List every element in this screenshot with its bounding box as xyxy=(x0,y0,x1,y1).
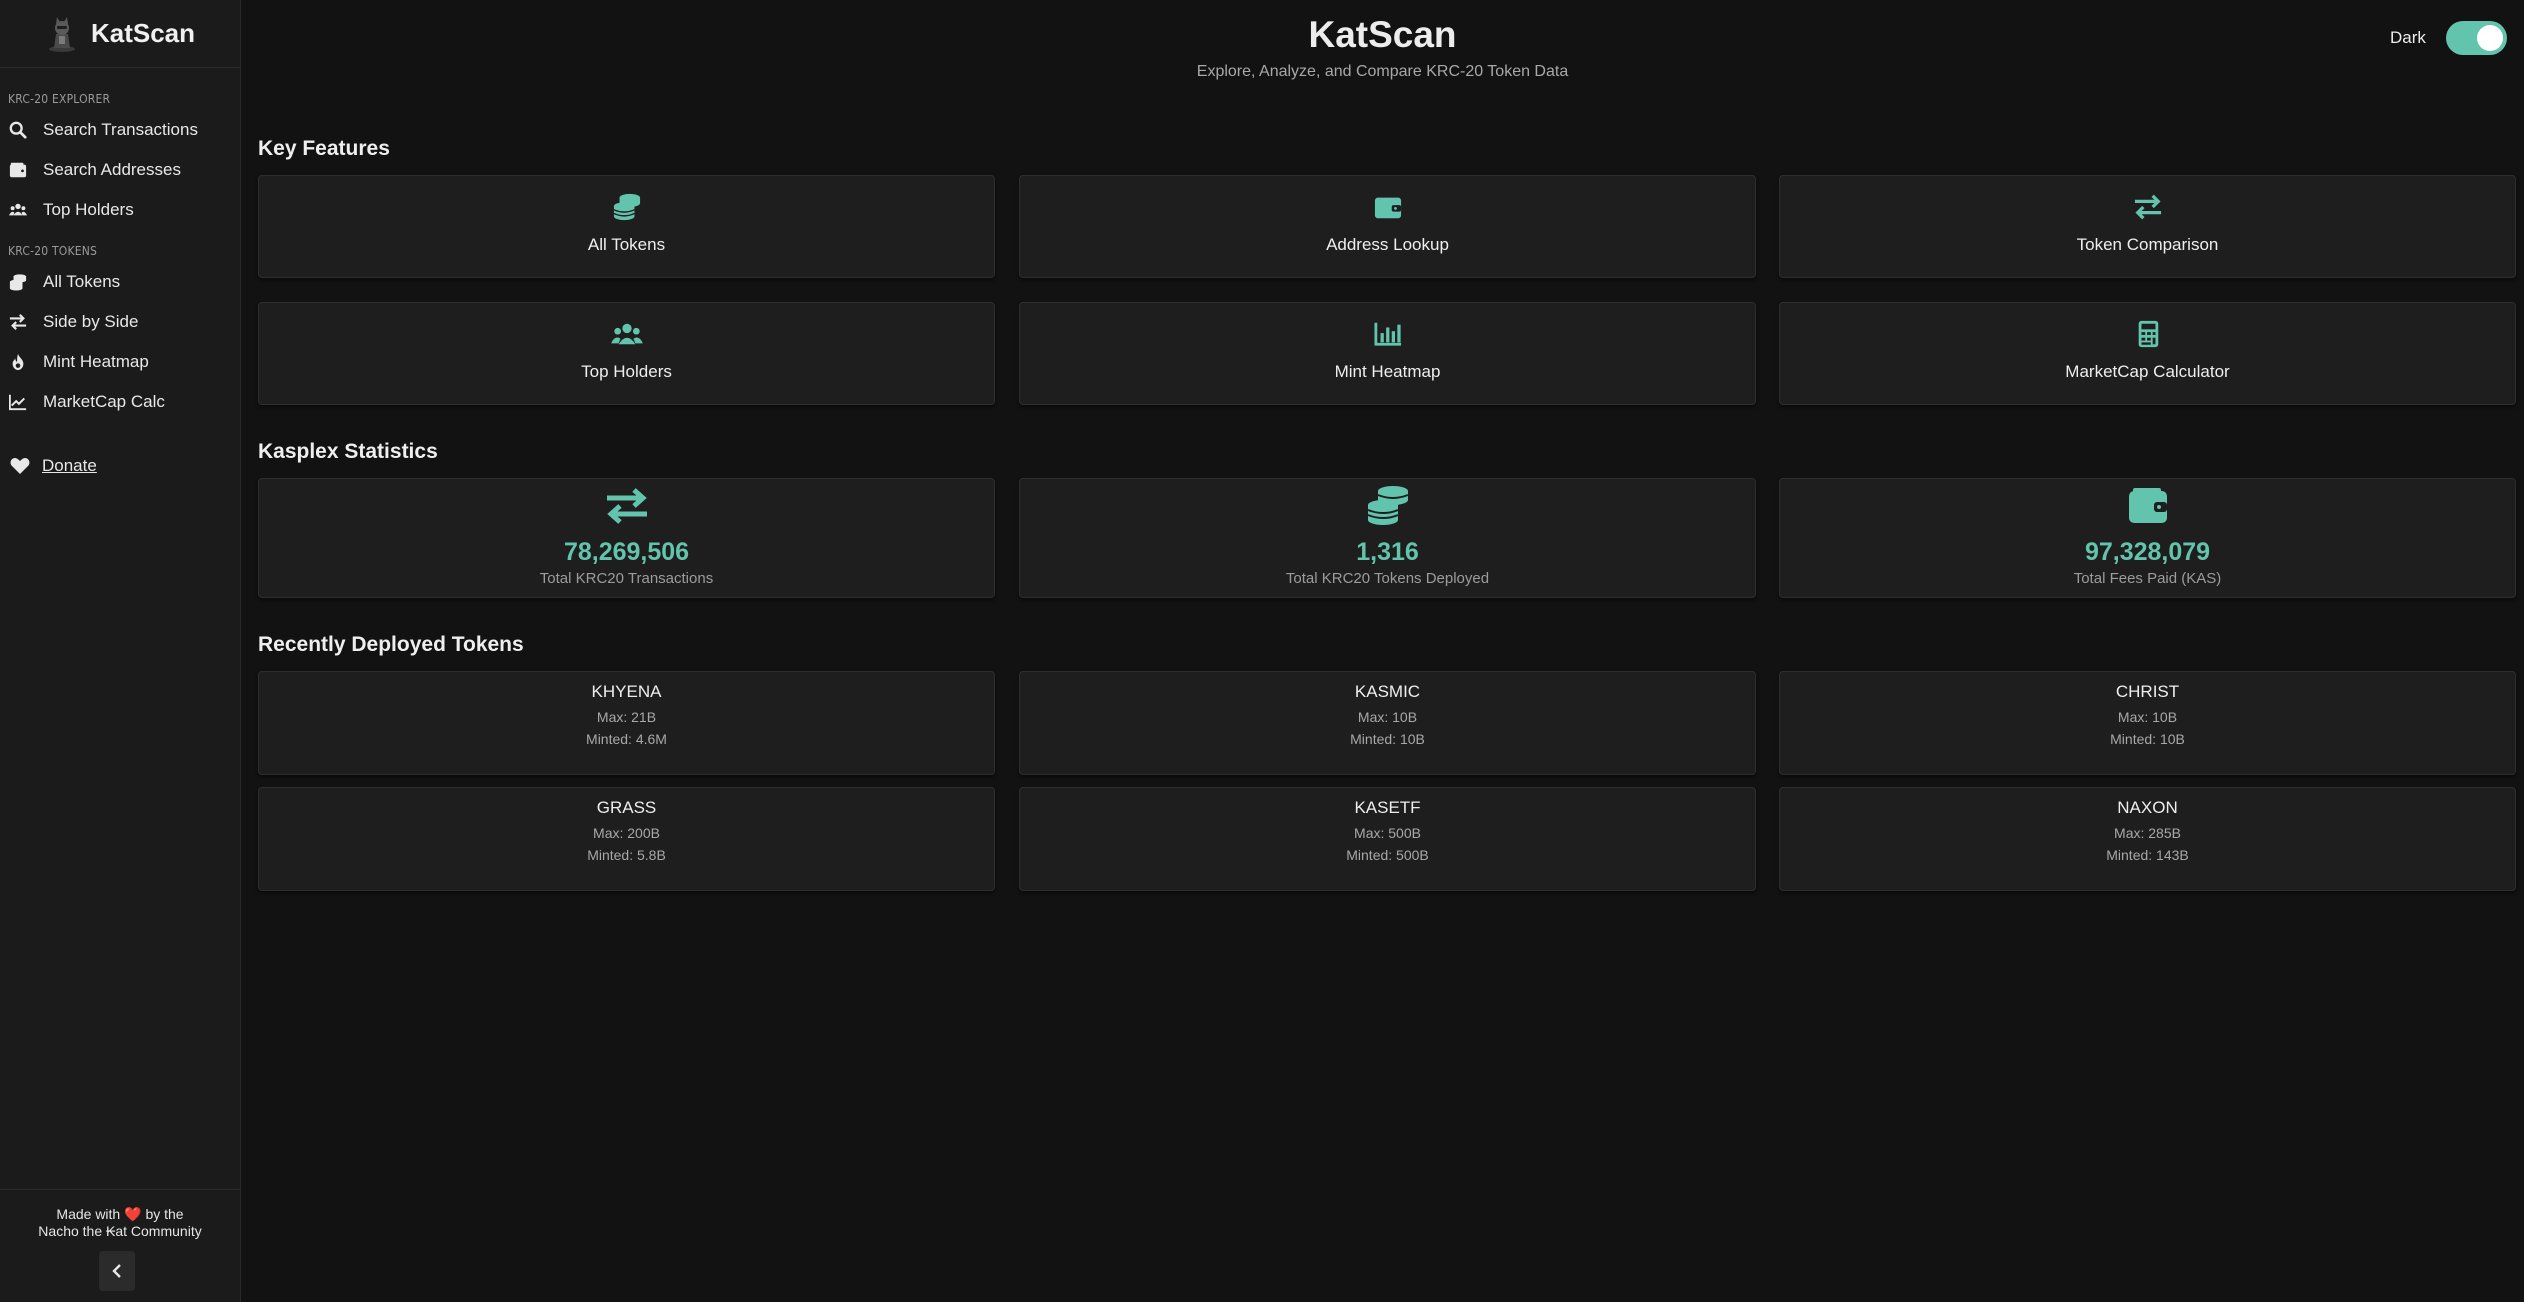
page-title: KatScan xyxy=(1308,14,1457,55)
toggle-knob xyxy=(2477,25,2503,51)
sidebar-item-label: Side by Side xyxy=(43,312,139,331)
collapse-sidebar-button[interactable] xyxy=(99,1251,135,1291)
token-max: Max: 200B xyxy=(593,825,660,841)
token-card[interactable]: KASETF Max: 500B Minted: 500B xyxy=(1019,787,1756,891)
token-name: GRASS xyxy=(596,798,657,817)
token-card[interactable]: GRASS Max: 200B Minted: 5.8B xyxy=(258,787,995,891)
feature-label: Token Comparison xyxy=(2076,235,2219,254)
feature-card-marketcap-calculator[interactable]: MarketCap Calculator xyxy=(1779,302,2516,405)
token-max: Max: 500B xyxy=(1354,825,1421,841)
stat-value: 97,328,079 xyxy=(2084,538,2211,566)
brand[interactable]: KatScan xyxy=(0,0,240,68)
section-label-explorer: KRC-20 Explorer xyxy=(8,92,111,106)
fire-icon xyxy=(8,352,28,372)
katscan-logo xyxy=(48,16,75,52)
feature-label: All Tokens xyxy=(587,235,666,254)
token-name: NAXON xyxy=(2117,798,2178,817)
wallet-icon xyxy=(2128,488,2167,523)
token-max: Max: 21B xyxy=(596,709,657,725)
feature-card-top-holders[interactable]: Top Holders xyxy=(258,302,995,405)
sidebar: KatScan KRC-20 Explorer Search Transacti… xyxy=(0,0,241,1302)
feature-card-token-comparison[interactable]: Token Comparison xyxy=(1779,175,2516,278)
sidebar-item-mint-heatmap[interactable]: Mint Heatmap xyxy=(0,342,240,382)
section-label-tokens: KRC-20 Tokens xyxy=(8,244,98,258)
calculator-icon xyxy=(2138,320,2158,348)
bar-chart-icon xyxy=(1373,322,1401,346)
token-card[interactable]: KASMIC Max: 10B Minted: 10B xyxy=(1019,671,1756,775)
stats-title: Kasplex Statistics xyxy=(258,440,438,463)
stat-label: Total KRC20 Transactions xyxy=(539,570,714,587)
token-minted: Minted: 4.6M xyxy=(586,731,667,747)
sidebar-item-top-holders[interactable]: Top Holders xyxy=(0,190,240,230)
token-name: KASMIC xyxy=(1354,682,1421,701)
coins-icon xyxy=(8,272,28,292)
token-minted: Minted: 143B xyxy=(2106,847,2189,863)
feature-card-address-lookup[interactable]: Address Lookup xyxy=(1019,175,1756,278)
search-icon xyxy=(8,120,28,140)
arrows-exchange-icon xyxy=(8,312,28,332)
stat-label: Total Fees Paid (KAS) xyxy=(2073,570,2222,587)
token-name: KASETF xyxy=(1354,798,1421,817)
token-minted: Minted: 10B xyxy=(2110,731,2185,747)
stat-card-transactions: 78,269,506 Total KRC20 Transactions xyxy=(258,478,995,598)
sidebar-item-label: Mint Heatmap xyxy=(43,352,149,371)
stat-value: 1,316 xyxy=(1356,538,1419,566)
page-subtitle: Explore, Analyze, and Compare KRC-20 Tok… xyxy=(1196,63,1569,80)
coins-icon xyxy=(613,193,640,221)
token-name: CHRIST xyxy=(2115,682,2180,701)
theme-label: Dark xyxy=(2390,28,2426,47)
token-max: Max: 10B xyxy=(2117,709,2178,725)
sidebar-item-side-by-side[interactable]: Side by Side xyxy=(0,302,240,342)
token-name: KHYENA xyxy=(591,682,662,701)
sidebar-item-label: Search Transactions xyxy=(43,120,198,139)
token-minted: Minted: 5.8B xyxy=(587,847,666,863)
feature-card-all-tokens[interactable]: All Tokens xyxy=(258,175,995,278)
stat-card-fees-paid: 97,328,079 Total Fees Paid (KAS) xyxy=(1779,478,2516,598)
feature-label: MarketCap Calculator xyxy=(2065,362,2230,381)
feature-label: Mint Heatmap xyxy=(1334,362,1441,381)
sidebar-item-label: Top Holders xyxy=(43,200,134,219)
token-max: Max: 285B xyxy=(2114,825,2181,841)
chart-line-icon xyxy=(8,392,28,412)
token-card[interactable]: NAXON Max: 285B Minted: 143B xyxy=(1779,787,2516,891)
feature-card-mint-heatmap[interactable]: Mint Heatmap xyxy=(1019,302,1756,405)
users-icon xyxy=(8,200,28,220)
sidebar-item-all-tokens[interactable]: All Tokens xyxy=(0,262,240,302)
theme-toggle[interactable] xyxy=(2446,21,2507,55)
feature-label: Address Lookup xyxy=(1326,235,1449,254)
footer-community-text: Nacho the ₭at Community xyxy=(38,1223,202,1239)
footer-text-by-the: by the xyxy=(145,1206,184,1222)
arrows-exchange-icon xyxy=(2134,194,2161,220)
chevron-left-icon xyxy=(112,1264,121,1278)
token-card[interactable]: CHRIST Max: 10B Minted: 10B xyxy=(1779,671,2516,775)
token-minted: Minted: 500B xyxy=(1346,847,1429,863)
users-icon xyxy=(610,323,643,345)
donate-link[interactable]: Donate xyxy=(0,450,240,482)
donate-label: Donate xyxy=(42,456,97,475)
coins-icon xyxy=(1367,486,1408,525)
sidebar-item-label: Search Addresses xyxy=(43,160,181,179)
sidebar-item-marketcap-calc[interactable]: MarketCap Calc xyxy=(0,382,240,422)
sidebar-item-label: All Tokens xyxy=(43,272,121,291)
stat-label: Total KRC20 Tokens Deployed xyxy=(1285,570,1490,587)
wallet-icon xyxy=(1374,197,1401,219)
sidebar-item-search-addresses[interactable]: Search Addresses xyxy=(0,150,240,190)
heart-icon xyxy=(10,458,30,474)
sidebar-item-search-transactions[interactable]: Search Transactions xyxy=(0,110,240,150)
brand-name: KatScan xyxy=(90,18,196,48)
recent-tokens-title: Recently Deployed Tokens xyxy=(258,633,524,656)
footer-text-made-with: Made with xyxy=(56,1206,121,1222)
wallet-icon xyxy=(8,160,28,180)
arrows-exchange-icon xyxy=(606,488,647,524)
token-minted: Minted: 10B xyxy=(1350,731,1425,747)
stat-card-tokens-deployed: 1,316 Total KRC20 Tokens Deployed xyxy=(1019,478,1756,598)
key-features-title: Key Features xyxy=(258,137,390,160)
feature-label: Top Holders xyxy=(581,362,672,381)
heart-emoji-icon: ❤️ xyxy=(124,1206,142,1222)
sidebar-footer: Made with ❤️ by the Nacho the ₭at Commun… xyxy=(0,1189,240,1302)
token-card[interactable]: KHYENA Max: 21B Minted: 4.6M xyxy=(258,671,995,775)
stat-value: 78,269,506 xyxy=(563,538,690,566)
sidebar-item-label: MarketCap Calc xyxy=(43,392,165,411)
token-max: Max: 10B xyxy=(1357,709,1418,725)
